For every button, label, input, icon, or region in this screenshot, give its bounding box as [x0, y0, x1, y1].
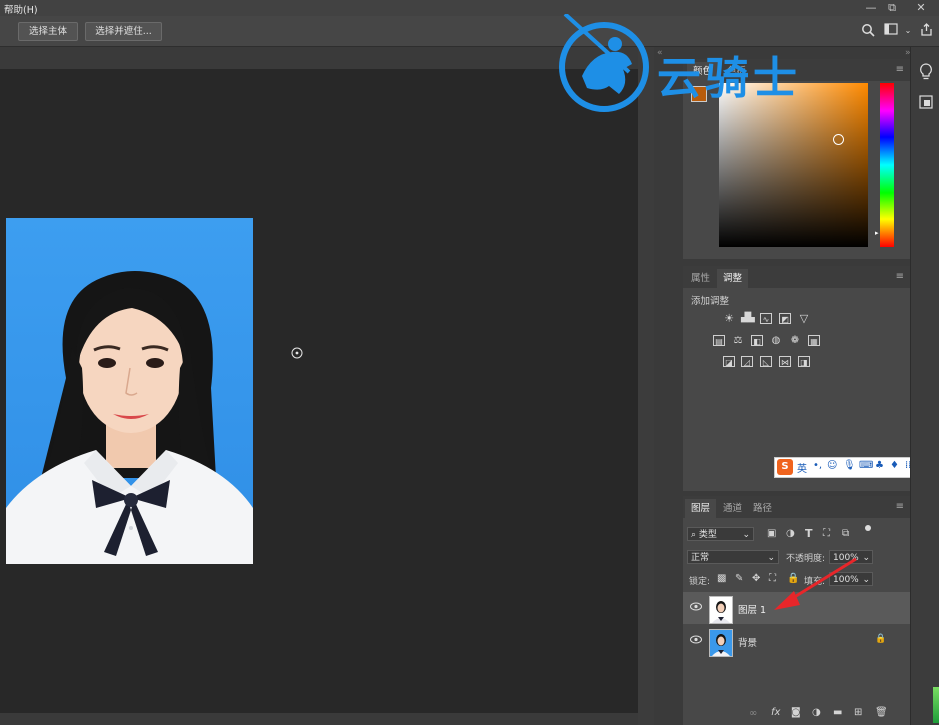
blend-mode-select[interactable]: 正常 ⌄	[687, 550, 779, 564]
new-layer-icon[interactable]: ⊞	[854, 707, 862, 718]
libraries-icon[interactable]	[916, 95, 936, 115]
filter-shape-icon[interactable]: ⛶	[823, 528, 830, 539]
tab-adjustments[interactable]: 调整	[717, 269, 749, 288]
chevron-down-icon: ⌄	[862, 553, 870, 563]
color-picker-handle[interactable]	[833, 134, 844, 145]
watermark-text: 云骑士	[657, 53, 801, 104]
exposure-icon[interactable]: ◩	[779, 313, 791, 324]
ime-language-toggle[interactable]: 英	[797, 460, 807, 475]
lock-label: 锁定:	[689, 577, 711, 587]
new-adjustment-layer-icon[interactable]: ◑	[812, 707, 821, 718]
layer-thumbnail	[709, 629, 733, 657]
hue-saturation-icon[interactable]: ▤	[713, 335, 725, 346]
filter-smart-object-icon[interactable]: ⧉	[842, 528, 849, 539]
tab-properties[interactable]: 属性	[685, 269, 716, 288]
lock-icon: 🔒	[875, 634, 887, 644]
id-photo-image	[6, 218, 253, 564]
photo-filter-icon[interactable]: ◍	[770, 335, 782, 346]
color-balance-icon[interactable]: ⚖	[732, 335, 744, 346]
emoji-icon[interactable]: ☺	[827, 460, 837, 471]
chevron-down-icon: ⌄	[862, 575, 870, 585]
layer-name[interactable]: 图层 1	[738, 602, 766, 616]
layer-thumbnail	[709, 596, 733, 624]
add-adjustment-label: 添加调整	[691, 296, 730, 307]
lock-transparent-icon[interactable]: ▩	[717, 573, 726, 584]
panel-menu-icon[interactable]: ≡	[896, 271, 904, 282]
layer-filter-select[interactable]: ⌕ 类型 ⌄	[687, 527, 754, 541]
add-mask-icon[interactable]: ◙	[791, 707, 801, 718]
lock-position-icon[interactable]: ✥	[752, 573, 760, 584]
learn-lightbulb-icon[interactable]	[916, 63, 936, 83]
levels-icon[interactable]: ▟▙	[741, 313, 755, 324]
invert-icon[interactable]: ◪	[723, 356, 735, 367]
skin-icon[interactable]: ♦	[890, 460, 899, 471]
hue-slider-handle[interactable]: ▸	[875, 229, 879, 237]
voice-icon[interactable]: 🎙	[843, 460, 856, 471]
link-layers-icon[interactable]: ∞	[749, 708, 757, 719]
vibrance-icon[interactable]: ▽	[798, 313, 810, 324]
layer-row-background[interactable]: 背景 🔒	[683, 625, 910, 657]
panel-menu-icon[interactable]: ≡	[896, 501, 904, 512]
brightness-contrast-icon[interactable]: ☀	[723, 313, 735, 324]
panel-divider[interactable]	[638, 47, 654, 725]
selective-color-icon[interactable]: ◨	[798, 356, 810, 367]
eye-icon[interactable]	[690, 602, 702, 614]
watermark: 云骑士	[557, 14, 877, 114]
posterize-icon[interactable]: ◿	[741, 356, 753, 367]
document-tab-strip	[0, 47, 638, 69]
search-icon: ⌕	[691, 530, 697, 540]
black-white-icon[interactable]: ◧	[751, 335, 763, 346]
keyboard-icon[interactable]: ⌨	[859, 460, 873, 471]
select-and-mask-button[interactable]: 选择并遮住...	[85, 22, 162, 41]
layers-tab-row: 图层 通道 路径 ≡	[683, 496, 910, 518]
threshold-icon[interactable]: ◺	[760, 356, 772, 367]
punctuation-icon[interactable]: •,	[813, 460, 822, 471]
filter-type-icon[interactable]: T	[805, 527, 813, 540]
layers-footer: ∞ fx ◙ ◑ ▬ ⊞ 🗑	[683, 705, 910, 725]
filter-pixel-icon[interactable]: ▣	[767, 528, 776, 539]
new-group-icon[interactable]: ▬	[833, 707, 842, 718]
adjust-tab-row: 属性 调整 ≡	[683, 266, 910, 288]
gradient-map-icon[interactable]: ⋈	[779, 356, 791, 367]
chevron-down-icon[interactable]: ⌄	[900, 23, 916, 39]
eye-icon[interactable]	[690, 635, 702, 647]
channel-mixer-icon[interactable]: ❁	[789, 335, 801, 346]
meter-bar	[933, 687, 939, 723]
filter-kind-label: 类型	[698, 530, 717, 540]
restore-button[interactable]: ⧉	[882, 0, 902, 16]
right-toolbar	[910, 47, 939, 725]
ime-toolbar: S 英 •, ☺ 🎙 ⌨ ♣ ♦ ⁞⁞	[774, 457, 922, 478]
close-button[interactable]: ✕	[911, 0, 931, 16]
tab-layers[interactable]: 图层	[685, 499, 717, 518]
delete-layer-icon[interactable]: 🗑	[875, 707, 888, 718]
help-menu[interactable]: 帮助(H)	[4, 2, 38, 16]
toolbox-icon[interactable]: ♣	[875, 460, 884, 471]
cursor-target-icon	[291, 347, 303, 362]
layer-style-icon[interactable]: fx	[771, 707, 780, 718]
tab-channels[interactable]: 通道	[717, 499, 748, 518]
blend-mode-value: 正常	[691, 553, 710, 563]
layer-name[interactable]: 背景	[738, 635, 757, 649]
filter-toggle[interactable]	[865, 525, 871, 531]
chevron-down-icon: ⌄	[742, 530, 750, 540]
tab-paths[interactable]: 路径	[747, 499, 778, 518]
select-subject-button[interactable]: 选择主体	[18, 22, 78, 41]
panel-menu-icon[interactable]: ≡	[896, 64, 904, 75]
status-bar	[0, 713, 638, 725]
red-arrow-annotation	[770, 555, 860, 618]
share-icon[interactable]	[918, 23, 934, 39]
hue-slider[interactable]: ▸	[875, 83, 894, 247]
curves-icon[interactable]: ∿	[760, 313, 772, 324]
workspace-icon[interactable]	[883, 23, 899, 39]
color-lookup-icon[interactable]: ▦	[808, 335, 820, 346]
filter-adjustment-icon[interactable]: ◑	[786, 528, 795, 539]
lock-image-icon[interactable]: ✎	[735, 573, 743, 584]
sogou-logo-icon[interactable]: S	[777, 459, 793, 475]
